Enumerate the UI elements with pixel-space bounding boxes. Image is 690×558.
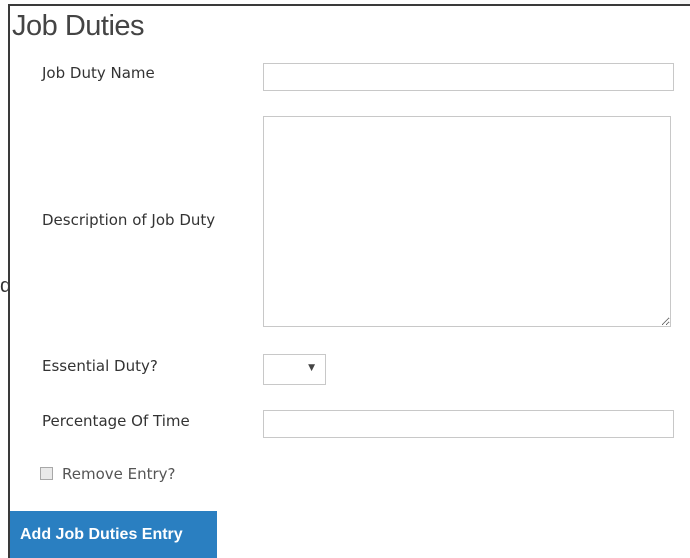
remove-entry-checkbox[interactable] (40, 466, 53, 480)
essential-duty-select[interactable]: ▼ (263, 354, 326, 385)
percentage-input[interactable] (263, 410, 674, 438)
description-label: Description of Job Duty (42, 211, 216, 229)
essential-duty-label: Essential Duty? (42, 357, 158, 375)
section-title: Job Duties (12, 10, 145, 42)
remove-entry-row[interactable]: Remove Entry? (40, 465, 176, 483)
job-duty-name-input[interactable] (263, 63, 674, 91)
description-textarea[interactable] (263, 116, 671, 327)
remove-entry-label: Remove Entry? (62, 465, 176, 483)
percentage-label: Percentage Of Time (42, 412, 190, 430)
job-duty-name-label: Job Duty Name (42, 64, 155, 82)
add-job-duties-entry-button[interactable]: Add Job Duties Entry (10, 511, 217, 558)
dropdown-caret-icon: ▼ (308, 363, 315, 373)
